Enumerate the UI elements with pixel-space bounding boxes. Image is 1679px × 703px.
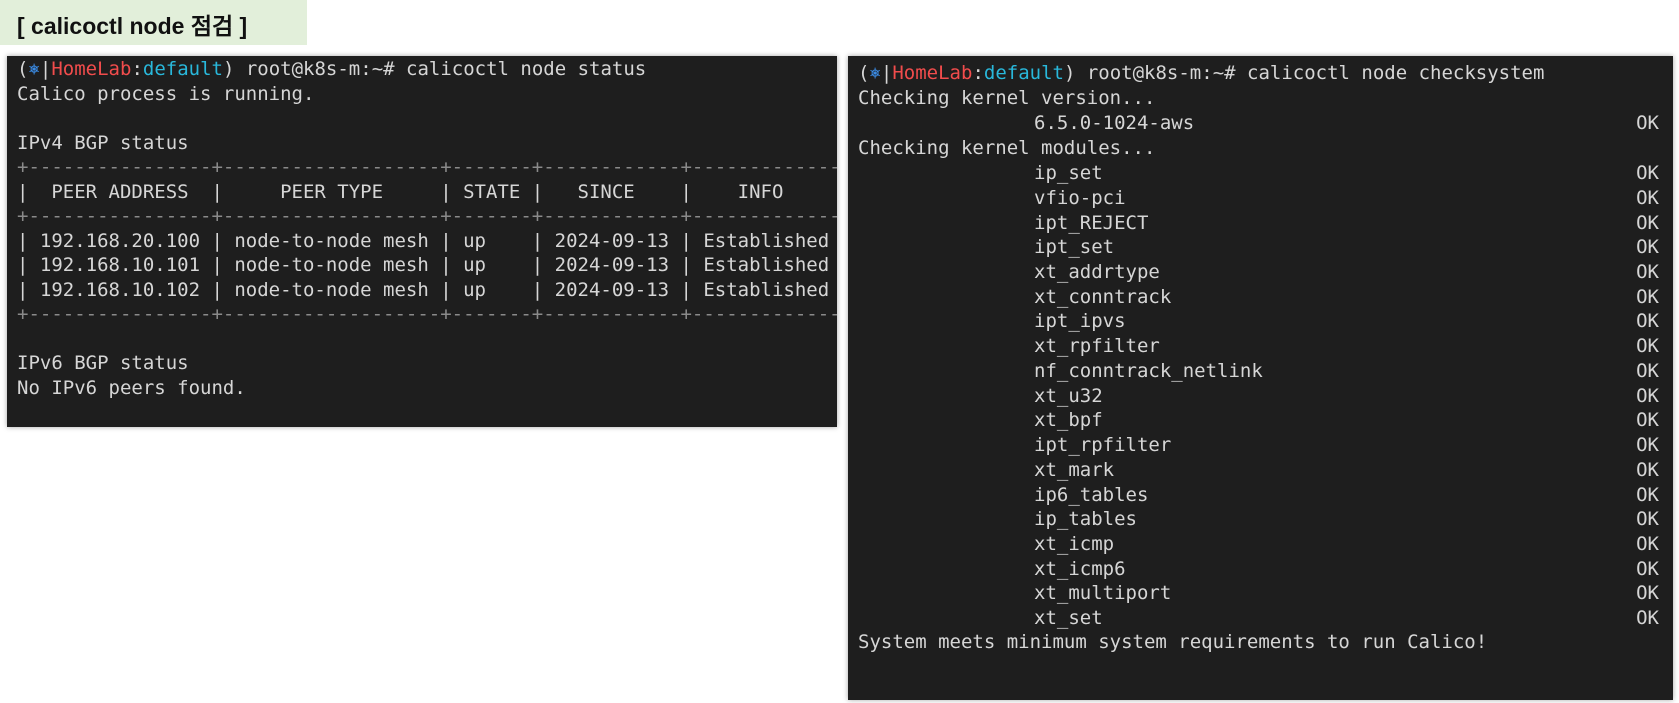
kernel-module-status: OK — [1636, 557, 1659, 580]
prompt-user-host: root@k8s-m:~# — [1075, 62, 1248, 84]
kernel-module-name: xt_multiport — [1034, 582, 1172, 605]
kernel-module-status: OK — [1636, 582, 1659, 605]
kernel-module-name: xt_icmp — [1034, 532, 1115, 555]
kernel-module-name: xt_rpfilter — [1034, 335, 1160, 358]
prompt-colon: : — [972, 62, 984, 84]
prompt-paren-open: ( — [17, 58, 29, 80]
kernel-version-value: 6.5.0-1024-aws — [1034, 112, 1195, 134]
kernel-module-name: xt_bpf — [1034, 409, 1103, 432]
kernel-module-status: OK — [1636, 409, 1659, 432]
prompt-context: HomeLab — [51, 58, 132, 80]
ipv6-result-line: No IPv6 peers found. — [17, 376, 246, 399]
kernel-module-name: xt_addrtype — [1034, 260, 1160, 283]
ipv6-header-line: IPv6 BGP status — [17, 352, 189, 374]
kernel-module-name: xt_conntrack — [1034, 285, 1172, 308]
table-header: | PEER ADDRESS | PEER TYPE | STATE | SIN… — [17, 180, 837, 203]
kernel-module-name: xt_mark — [1034, 458, 1115, 481]
prompt-namespace: default — [983, 62, 1064, 84]
kernel-module-status: OK — [1636, 384, 1659, 407]
ipv4-header-line: IPv4 BGP status — [17, 131, 189, 154]
table-row: | 192.168.10.101 | node-to-node mesh | u… — [17, 254, 837, 276]
kernel-module-name: ipt_ipvs — [1034, 310, 1126, 333]
kernel-module-name: nf_conntrack_netlink — [1034, 359, 1263, 382]
prompt-command: calicoctl node status — [406, 58, 647, 80]
kubernetes-icon: ⎈ — [869, 62, 881, 84]
prompt-user-host: root@k8s-m:~# — [234, 58, 407, 80]
kernel-module-status: OK — [1636, 483, 1659, 506]
kernel-module-status: OK — [1636, 211, 1659, 234]
system-requirements-summary: System meets minimum system requirements… — [858, 631, 1488, 653]
table-border-top: +----------------+-------------------+--… — [17, 156, 837, 178]
terminal-node-status[interactable]: (⎈|HomeLab:default) root@k8s-m:~# calico… — [7, 56, 837, 427]
prompt-separator: | — [880, 62, 893, 84]
prompt-colon: : — [131, 58, 143, 80]
kernel-module-name: ipt_REJECT — [1034, 211, 1149, 234]
kernel-module-status: OK — [1636, 186, 1659, 209]
prompt-paren-open: ( — [858, 62, 870, 84]
prompt-namespace: default — [142, 58, 223, 80]
kernel-module-name: xt_u32 — [1034, 384, 1103, 407]
kernel-module-status: OK — [1636, 310, 1659, 333]
kernel-module-status: OK — [1636, 458, 1659, 481]
terminal-node-checksystem[interactable]: (⎈|HomeLab:default) root@k8s-m:~# calico… — [848, 56, 1673, 700]
prompt-separator: | — [39, 58, 52, 80]
kubernetes-icon: ⎈ — [28, 58, 40, 80]
prompt-line: (⎈|HomeLab:default) root@k8s-m:~# calico… — [17, 56, 646, 82]
kernel-version-status: OK — [1636, 112, 1659, 134]
checking-kernel-version-line: Checking kernel version... — [858, 87, 1156, 109]
kernel-module-status: OK — [1636, 508, 1659, 531]
kernel-module-status: OK — [1636, 236, 1659, 259]
kernel-module-name: ip6_tables — [1034, 483, 1149, 506]
table-row: | 192.168.20.100 | node-to-node mesh | u… — [17, 229, 837, 252]
prompt-paren-close: ) — [1063, 62, 1076, 84]
kernel-module-status: OK — [1636, 260, 1659, 283]
kernel-module-name: vfio-pci — [1034, 186, 1126, 209]
checking-kernel-modules-line: Checking kernel modules... — [858, 137, 1156, 159]
prompt-command: calicoctl node checksystem — [1247, 62, 1545, 84]
prompt-line: (⎈|HomeLab:default) root@k8s-m:~# calico… — [858, 60, 1544, 86]
kernel-module-name: ipt_set — [1034, 236, 1115, 259]
kernel-module-name: xt_icmp6 — [1034, 557, 1126, 580]
section-title: [ calicoctl node 점검 ] — [17, 13, 248, 39]
table-row: | 192.168.10.102 | node-to-node mesh | u… — [17, 278, 837, 301]
kernel-module-status: OK — [1636, 607, 1659, 630]
prompt-paren-close: ) — [222, 58, 235, 80]
kernel-module-status: OK — [1636, 162, 1659, 184]
kernel-module-status: OK — [1636, 335, 1659, 358]
table-border-mid: +----------------+-------------------+--… — [17, 205, 837, 227]
section-title-box: [ calicoctl node 점검 ] — [0, 0, 307, 45]
kernel-module-status: OK — [1636, 285, 1659, 308]
table-border-bottom: +----------------+-------------------+--… — [17, 303, 837, 325]
status-running-line: Calico process is running. — [17, 82, 315, 105]
kernel-module-status: OK — [1636, 434, 1659, 456]
kernel-module-name: ip_set — [1034, 162, 1103, 184]
kernel-module-status: OK — [1636, 532, 1659, 555]
kernel-module-status: OK — [1636, 359, 1659, 382]
kernel-module-name: ipt_rpfilter — [1034, 434, 1172, 456]
kernel-module-name: ip_tables — [1034, 508, 1137, 531]
kernel-module-name: xt_set — [1034, 607, 1103, 630]
prompt-context: HomeLab — [892, 62, 973, 84]
